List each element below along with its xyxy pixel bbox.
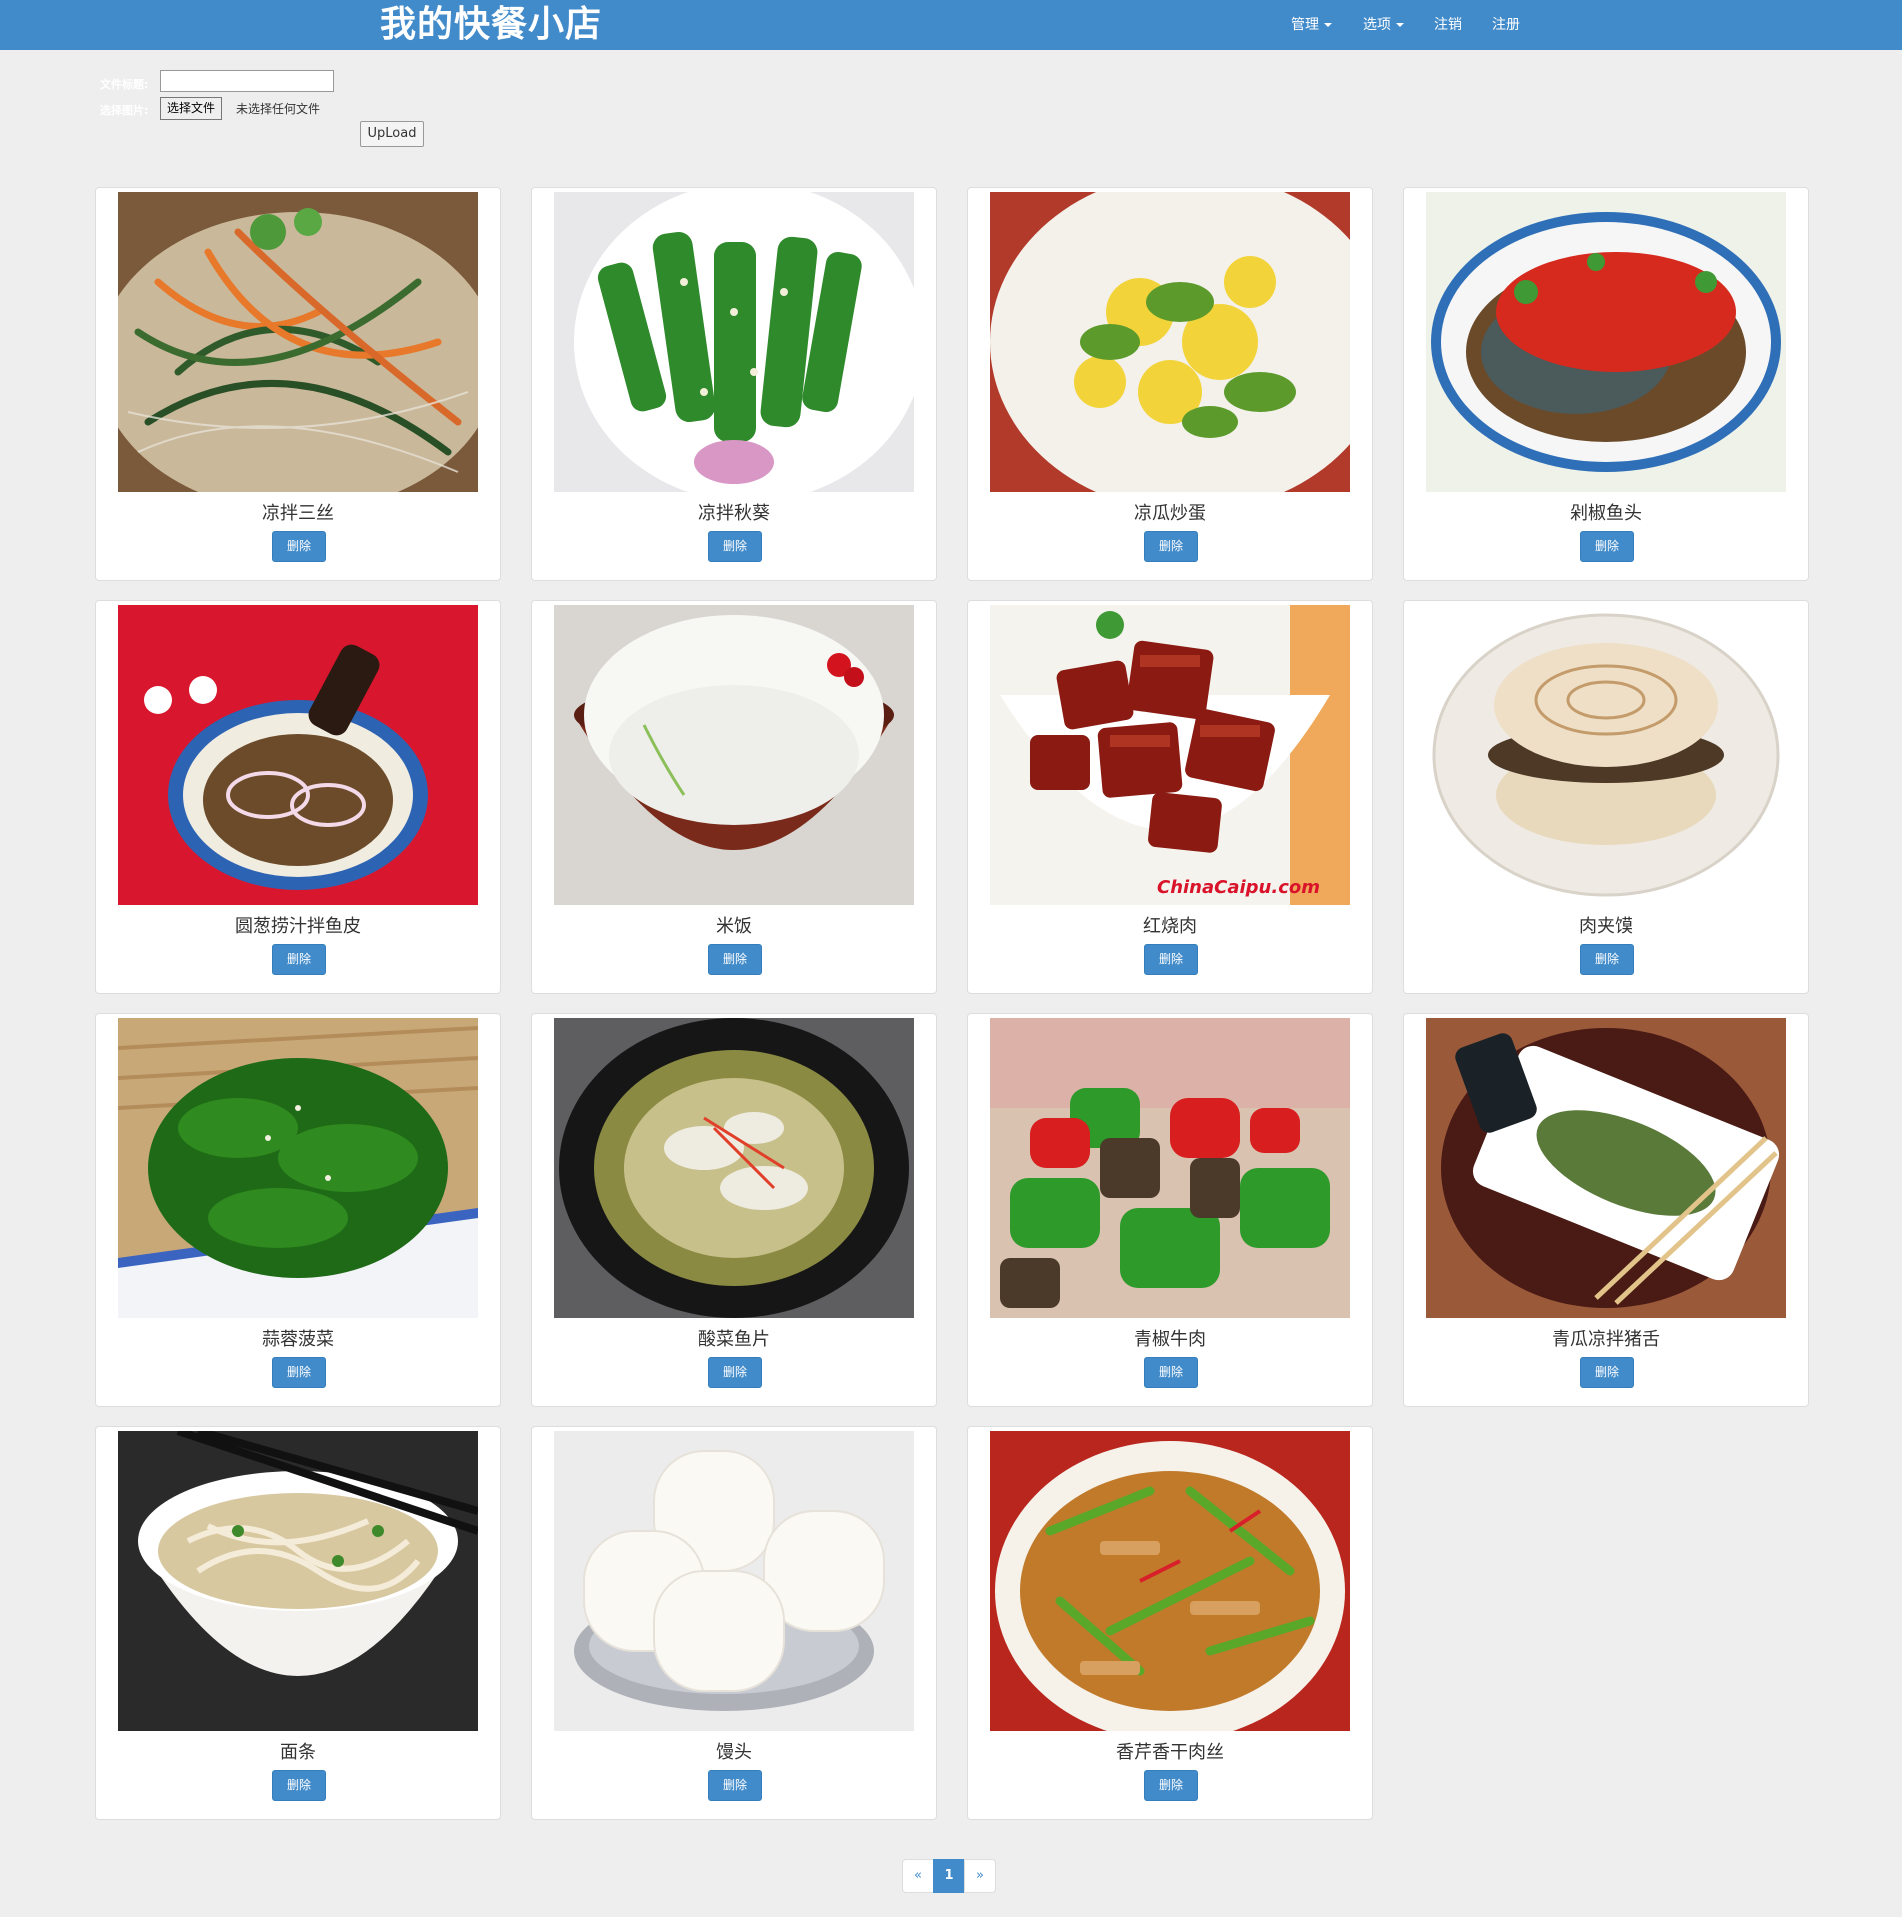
dish-name: 香芹香干肉丝 xyxy=(1116,1742,1224,1763)
delete-button[interactable]: 删除 xyxy=(1144,944,1198,975)
dish-photo xyxy=(554,192,914,492)
nav-options-dropdown[interactable]: 选项 xyxy=(1363,0,1404,50)
dish-image xyxy=(118,192,478,492)
dish-card: 蒜蓉菠菜 删除 xyxy=(95,1013,501,1407)
dish-card: 凉拌三丝 删除 xyxy=(95,187,501,581)
dish-image xyxy=(1426,605,1786,905)
dish-name: 凉拌秋葵 xyxy=(698,503,770,524)
file-title-label: 文件标题: xyxy=(100,78,149,91)
dish-photo xyxy=(554,605,914,905)
dish-photo xyxy=(990,1018,1350,1318)
delete-button[interactable]: 删除 xyxy=(272,944,326,975)
dish-name: 馒头 xyxy=(716,1742,752,1763)
dish-name: 圆葱捞汁拌鱼皮 xyxy=(235,916,361,937)
dish-name: 面条 xyxy=(280,1742,316,1763)
nav-register-link[interactable]: 注册 xyxy=(1492,0,1520,50)
dish-name: 酸菜鱼片 xyxy=(698,1329,770,1350)
dish-photo xyxy=(118,1431,478,1731)
delete-button[interactable]: 删除 xyxy=(708,1770,762,1801)
delete-button[interactable]: 删除 xyxy=(272,1357,326,1388)
nav-options-label: 选项 xyxy=(1363,17,1391,33)
file-title-input[interactable] xyxy=(160,70,334,92)
dish-image xyxy=(990,1018,1350,1318)
dish-name: 凉拌三丝 xyxy=(262,503,334,524)
dish-photo xyxy=(1426,605,1786,905)
dish-image xyxy=(1426,1018,1786,1318)
dish-image xyxy=(118,605,478,905)
pagination: « 1 » xyxy=(902,1859,996,1893)
delete-button[interactable]: 删除 xyxy=(1580,944,1634,975)
delete-button[interactable]: 删除 xyxy=(1144,531,1198,562)
dish-name: 蒜蓉菠菜 xyxy=(262,1329,334,1350)
dish-image xyxy=(990,1431,1350,1731)
dish-card: 酸菜鱼片 删除 xyxy=(531,1013,937,1407)
dish-image xyxy=(554,605,914,905)
delete-button[interactable]: 删除 xyxy=(1580,531,1634,562)
pagination-next[interactable]: » xyxy=(964,1859,996,1893)
dish-grid: 凉拌三丝 删除 凉拌秋葵 删除 凉瓜炒蛋 删除 剁椒鱼头 删除 圆葱捞汁拌鱼皮 … xyxy=(95,187,1809,1820)
dish-card: 青椒牛肉 删除 xyxy=(967,1013,1373,1407)
nav-logout-link[interactable]: 注销 xyxy=(1434,0,1462,50)
dish-image xyxy=(1426,192,1786,492)
dish-card: ChinaCaipu.com 红烧肉 删除 xyxy=(967,600,1373,994)
delete-button[interactable]: 删除 xyxy=(1144,1357,1198,1388)
caret-down-icon xyxy=(1396,23,1404,27)
dish-name: 肉夹馍 xyxy=(1579,916,1633,937)
dish-card: 剁椒鱼头 删除 xyxy=(1403,187,1809,581)
brand-title[interactable]: 我的快餐小店 xyxy=(380,0,602,50)
dish-image xyxy=(554,1018,914,1318)
dish-photo xyxy=(990,1431,1350,1731)
dish-card: 凉拌秋葵 删除 xyxy=(531,187,937,581)
dish-photo xyxy=(118,605,478,905)
choose-file-button[interactable]: 选择文件 xyxy=(160,97,223,120)
dish-name: 红烧肉 xyxy=(1143,916,1197,937)
dish-card: 米饭 删除 xyxy=(531,600,937,994)
dish-photo xyxy=(554,1018,914,1318)
dish-image xyxy=(554,192,914,492)
dish-card: 凉瓜炒蛋 删除 xyxy=(967,187,1373,581)
dish-image xyxy=(990,192,1350,492)
dish-card: 馒头 删除 xyxy=(531,1426,937,1820)
delete-button[interactable]: 删除 xyxy=(272,531,326,562)
dish-image xyxy=(554,1431,914,1731)
nav-manage-label: 管理 xyxy=(1291,17,1319,33)
dish-card: 圆葱捞汁拌鱼皮 删除 xyxy=(95,600,501,994)
dish-name: 凉瓜炒蛋 xyxy=(1134,503,1206,524)
dish-image xyxy=(118,1431,478,1731)
nav-manage-dropdown[interactable]: 管理 xyxy=(1291,0,1332,50)
dish-card: 面条 删除 xyxy=(95,1426,501,1820)
top-navbar: 我的快餐小店 管理 选项 注销 注册 xyxy=(0,0,1902,50)
dish-photo: ChinaCaipu.com xyxy=(990,605,1350,905)
delete-button[interactable]: 删除 xyxy=(1580,1357,1634,1388)
dish-name: 青椒牛肉 xyxy=(1134,1329,1206,1350)
dish-photo xyxy=(118,192,478,492)
dish-card: 肉夹馍 删除 xyxy=(1403,600,1809,994)
dish-card: 香芹香干肉丝 删除 xyxy=(967,1426,1373,1820)
dish-name: 剁椒鱼头 xyxy=(1570,503,1642,524)
svg-text:ChinaCaipu.com: ChinaCaipu.com xyxy=(1157,877,1320,898)
dish-name: 青瓜凉拌猪舌 xyxy=(1552,1329,1660,1350)
dish-card: 青瓜凉拌猪舌 删除 xyxy=(1403,1013,1809,1407)
dish-photo xyxy=(1426,192,1786,492)
caret-down-icon xyxy=(1324,23,1332,27)
dish-photo xyxy=(554,1431,914,1731)
delete-button[interactable]: 删除 xyxy=(708,531,762,562)
select-image-label: 选择图片: xyxy=(100,104,149,117)
pagination-page-1[interactable]: 1 xyxy=(933,1859,965,1893)
dish-name: 米饭 xyxy=(716,916,752,937)
dish-image xyxy=(118,1018,478,1318)
delete-button[interactable]: 删除 xyxy=(708,1357,762,1388)
delete-button[interactable]: 删除 xyxy=(1144,1770,1198,1801)
dish-image: ChinaCaipu.com xyxy=(990,605,1350,905)
upload-button[interactable]: UpLoad xyxy=(360,121,424,147)
dish-photo xyxy=(990,192,1350,492)
dish-photo xyxy=(1426,1018,1786,1318)
dish-photo xyxy=(118,1018,478,1318)
delete-button[interactable]: 删除 xyxy=(272,1770,326,1801)
delete-button[interactable]: 删除 xyxy=(708,944,762,975)
file-status-text: 未选择任何文件 xyxy=(236,102,321,116)
pagination-prev[interactable]: « xyxy=(902,1859,934,1893)
